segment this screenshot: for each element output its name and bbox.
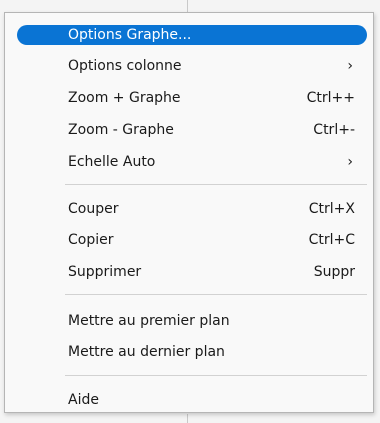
menu-item-label: Mettre au dernier plan bbox=[68, 344, 225, 360]
menu-item-couper[interactable]: Couper Ctrl+X bbox=[17, 199, 367, 219]
menu-item-echelle-auto[interactable]: Echelle Auto › bbox=[17, 152, 367, 172]
menu-item-dernier-plan[interactable]: Mettre au dernier plan bbox=[17, 342, 367, 362]
chevron-right-icon: › bbox=[347, 154, 353, 170]
menu-separator bbox=[65, 375, 367, 376]
context-menu: Options Graphe... Options colonne › Zoom… bbox=[4, 12, 374, 413]
menu-item-zoom-plus[interactable]: Zoom + Graphe Ctrl++ bbox=[17, 88, 367, 108]
menu-item-shortcut: Ctrl+C bbox=[308, 232, 355, 248]
menu-item-label: Couper bbox=[68, 201, 119, 217]
menu-item-zoom-minus[interactable]: Zoom - Graphe Ctrl+- bbox=[17, 120, 367, 140]
menu-item-shortcut: Ctrl++ bbox=[306, 90, 355, 106]
background-line-bottom bbox=[187, 414, 188, 423]
menu-item-premier-plan[interactable]: Mettre au premier plan bbox=[17, 311, 367, 331]
menu-item-options-graphe[interactable]: Options Graphe... bbox=[17, 25, 367, 45]
menu-separator bbox=[65, 184, 367, 185]
chevron-right-icon: › bbox=[347, 58, 353, 74]
background-line-top bbox=[187, 0, 188, 12]
menu-item-label: Options Graphe... bbox=[68, 27, 192, 43]
menu-item-copier[interactable]: Copier Ctrl+C bbox=[17, 230, 367, 250]
menu-item-label: Supprimer bbox=[68, 264, 142, 280]
menu-item-label: Aide bbox=[68, 392, 99, 408]
menu-item-label: Zoom - Graphe bbox=[68, 122, 174, 138]
menu-separator bbox=[65, 294, 367, 295]
menu-item-shortcut: Ctrl+X bbox=[308, 201, 355, 217]
menu-item-label: Mettre au premier plan bbox=[68, 313, 230, 329]
menu-item-label: Echelle Auto bbox=[68, 154, 156, 170]
menu-item-label: Options colonne bbox=[68, 58, 182, 74]
menu-item-label: Zoom + Graphe bbox=[68, 90, 181, 106]
menu-item-shortcut: Suppr bbox=[313, 264, 355, 280]
menu-item-supprimer[interactable]: Supprimer Suppr bbox=[17, 262, 367, 282]
menu-item-shortcut: Ctrl+- bbox=[313, 122, 355, 138]
menu-item-label: Copier bbox=[68, 232, 114, 248]
menu-item-options-colonne[interactable]: Options colonne › bbox=[17, 56, 367, 76]
menu-item-aide[interactable]: Aide bbox=[17, 390, 367, 410]
